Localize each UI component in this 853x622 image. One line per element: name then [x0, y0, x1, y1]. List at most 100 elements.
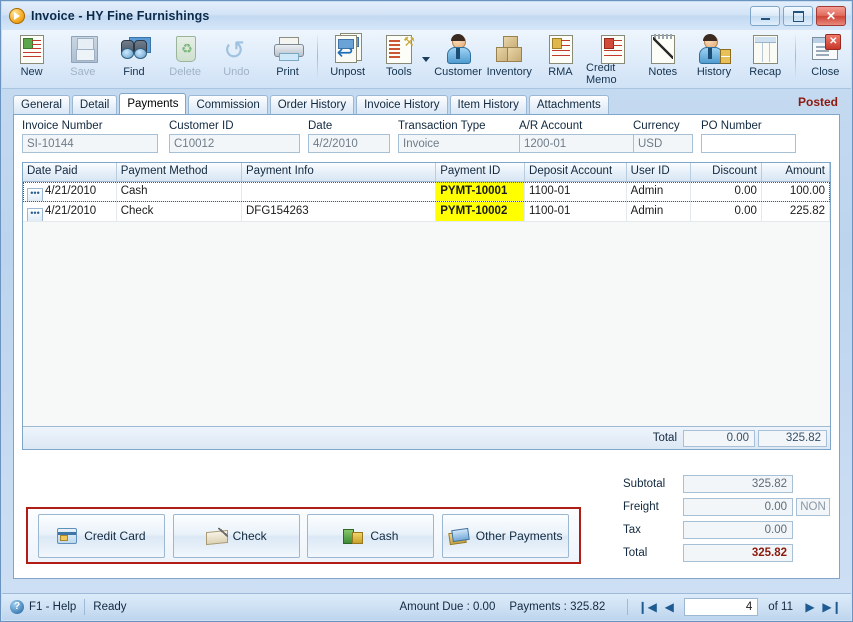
- column-header-date-paid[interactable]: Date Paid: [23, 163, 117, 181]
- grid-header-row: Date Paid Payment Method Payment Info Pa…: [23, 163, 831, 182]
- cell-date-paid[interactable]: ••• 4/21/2010: [23, 182, 117, 201]
- record-count-label: of 11: [768, 601, 793, 613]
- first-record-button[interactable]: ❙◀: [636, 597, 658, 617]
- date-picker-icon[interactable]: •••: [27, 188, 43, 201]
- toolbar-button-unpost[interactable]: ↩ Unpost: [322, 30, 373, 86]
- toolbar-button-inventory[interactable]: Inventory: [484, 30, 535, 86]
- status-separator: [84, 599, 86, 615]
- date-input[interactable]: [308, 134, 390, 153]
- maximize-icon: [792, 10, 804, 22]
- cell-payment-info[interactable]: DFG154263: [242, 202, 437, 221]
- help-label[interactable]: F1 - Help: [29, 601, 76, 613]
- cell-discount[interactable]: 0.00: [691, 202, 762, 221]
- toolbar-button-undo[interactable]: ↺ Undo: [211, 30, 262, 86]
- cell-payment-method[interactable]: Cash: [117, 182, 242, 201]
- toolbar-button-customer[interactable]: Customer: [432, 30, 483, 86]
- minimize-button[interactable]: [750, 6, 780, 26]
- column-header-payment-info[interactable]: Payment Info: [242, 163, 437, 181]
- cash-button[interactable]: Cash: [307, 513, 435, 558]
- column-header-deposit-account[interactable]: Deposit Account: [525, 163, 627, 181]
- cell-discount[interactable]: 0.00: [691, 182, 762, 201]
- tab-commission[interactable]: Commission: [188, 95, 268, 114]
- binoculars-icon: [117, 33, 151, 65]
- freight-value: 0.00: [683, 498, 793, 516]
- toolbar-button-close[interactable]: ✕ Close: [800, 30, 851, 86]
- floppy-disk-icon: [66, 33, 100, 65]
- toolbar-button-notes[interactable]: Notes: [637, 30, 688, 86]
- check-button[interactable]: Check: [172, 513, 300, 558]
- column-header-payment-id[interactable]: Payment ID: [436, 163, 526, 181]
- table-row[interactable]: ••• 4/21/2010 Cash PYMT-10001 1100-01 Adm…: [23, 182, 831, 202]
- button-label: Check: [232, 528, 267, 543]
- record-number-input[interactable]: 4: [684, 598, 759, 616]
- tab-attachments[interactable]: Attachments: [528, 95, 609, 114]
- toolbar-button-history[interactable]: History: [688, 30, 739, 86]
- tab-general[interactable]: General: [13, 95, 70, 114]
- grid-total-amount: 325.82: [758, 429, 827, 447]
- freight-tax-code[interactable]: NON: [796, 498, 830, 516]
- tab-order-history[interactable]: Order History: [269, 95, 355, 114]
- cell-amount[interactable]: 100.00: [762, 182, 831, 201]
- notepad-pen-icon: [646, 33, 680, 65]
- previous-record-button[interactable]: ◀: [658, 597, 680, 617]
- subtotal-tag: [796, 475, 830, 493]
- tab-invoice-history[interactable]: Invoice History: [356, 95, 448, 114]
- toolbar-label: Inventory: [486, 66, 532, 78]
- date-picker-icon[interactable]: •••: [27, 208, 43, 221]
- tab-item-history[interactable]: Item History: [449, 95, 527, 114]
- toolbar-button-recap[interactable]: Recap: [740, 30, 791, 86]
- toolbar-button-rma[interactable]: RMA: [535, 30, 586, 86]
- cell-deposit-account[interactable]: 1100-01: [525, 202, 627, 221]
- cell-payment-id[interactable]: PYMT-10001: [436, 182, 526, 201]
- tab-detail[interactable]: Detail: [71, 95, 118, 114]
- window-controls: ✕: [750, 6, 846, 26]
- last-record-button[interactable]: ▶❙: [821, 597, 843, 617]
- toolbar-button-new[interactable]: New: [6, 30, 57, 86]
- column-header-payment-method[interactable]: Payment Method: [117, 163, 242, 181]
- maximize-button[interactable]: [783, 6, 813, 26]
- chevron-down-icon[interactable]: [422, 56, 431, 62]
- close-button[interactable]: ✕: [816, 6, 846, 26]
- toolbar-label: Print: [276, 66, 299, 78]
- po-number-input[interactable]: [701, 134, 796, 153]
- cell-payment-info[interactable]: [242, 182, 437, 201]
- boxes-icon: [492, 33, 526, 65]
- cell-deposit-account[interactable]: 1100-01: [525, 182, 627, 201]
- column-header-user-id[interactable]: User ID: [627, 163, 691, 181]
- cell-payment-id[interactable]: PYMT-10002: [436, 202, 526, 221]
- toolbar-button-credit-memo[interactable]: Credit Memo: [586, 30, 637, 86]
- cash-icon: [343, 528, 364, 544]
- credit-card-button[interactable]: Credit Card: [37, 513, 165, 558]
- toolbar-label: New: [20, 66, 43, 78]
- toolbar-button-tools[interactable]: ⚒ Tools: [373, 30, 424, 86]
- tab-label: Detail: [79, 99, 110, 111]
- next-record-button[interactable]: ▶: [799, 597, 821, 617]
- cell-user-id[interactable]: Admin: [627, 202, 691, 221]
- cell-payment-method[interactable]: Check: [117, 202, 242, 221]
- toolbar-button-delete[interactable]: ♻ Delete: [160, 30, 211, 86]
- field-label: Date: [308, 120, 333, 132]
- person-hourglass-icon: [697, 33, 731, 65]
- help-icon[interactable]: ?: [10, 600, 24, 614]
- table-row[interactable]: ••• 4/21/2010 Check DFG154263 PYMT-10002 …: [23, 202, 831, 222]
- cell-date-paid[interactable]: ••• 4/21/2010: [23, 202, 117, 221]
- transaction-type-input[interactable]: [398, 134, 529, 153]
- ar-account-input[interactable]: [519, 134, 643, 153]
- invoice-number-input[interactable]: [22, 134, 158, 153]
- cell-user-id[interactable]: Admin: [627, 182, 691, 201]
- toolbar-button-print[interactable]: Print: [262, 30, 313, 86]
- toolbar-label: Tools: [386, 66, 412, 78]
- column-header-discount[interactable]: Discount: [691, 163, 762, 181]
- customer-id-input[interactable]: [169, 134, 300, 153]
- cell-amount[interactable]: 225.82: [762, 202, 831, 221]
- tab-payments[interactable]: Payments: [119, 93, 187, 114]
- toolbar-label: History: [696, 66, 732, 78]
- column-header-amount[interactable]: Amount: [762, 163, 831, 181]
- other-payments-button[interactable]: Other Payments: [442, 513, 570, 558]
- toolbar-button-save[interactable]: Save: [57, 30, 108, 86]
- button-label: Credit Card: [84, 528, 146, 543]
- tab-label: Order History: [277, 99, 347, 111]
- currency-input[interactable]: [633, 134, 693, 153]
- field-label: Currency: [633, 120, 680, 132]
- toolbar-button-find[interactable]: Find: [108, 30, 159, 86]
